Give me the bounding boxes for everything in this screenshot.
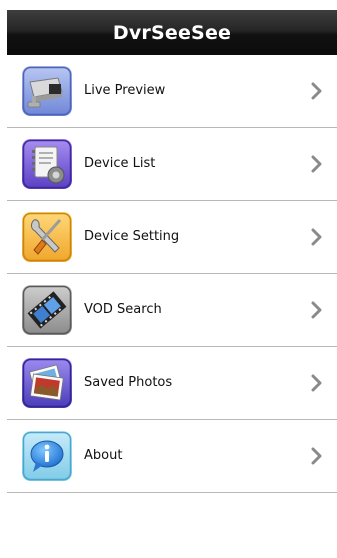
main-menu: Live Preview Device List Device Setting … [7,55,337,493]
menu-item-label: Live Preview [84,83,166,98]
photos-icon [22,358,72,408]
info-icon [22,431,72,481]
chevron-right-icon [311,301,322,319]
menu-item-about[interactable]: About [7,420,337,493]
menu-item-label: Device List [84,156,156,171]
chevron-right-icon [311,82,322,100]
title-bar: DvrSeeSee [7,10,337,55]
menu-item-label: Saved Photos [84,375,173,390]
film-icon [22,285,72,335]
chevron-right-icon [311,374,322,392]
chevron-right-icon [311,228,322,246]
menu-item-label: About [84,448,123,463]
device-list-icon [22,139,72,189]
menu-item-device-setting[interactable]: Device Setting [7,201,337,274]
menu-item-saved-photos[interactable]: Saved Photos [7,347,337,420]
menu-item-label: Device Setting [84,229,180,244]
chevron-right-icon [311,447,322,465]
menu-item-vod-search[interactable]: VOD Search [7,274,337,347]
menu-item-label: VOD Search [84,302,162,317]
menu-item-live-preview[interactable]: Live Preview [7,55,337,128]
app-screen: DvrSeeSee Live Preview Device List Devic… [0,0,337,558]
chevron-right-icon [311,155,322,173]
camera-icon [22,66,72,116]
menu-item-device-list[interactable]: Device List [7,128,337,201]
app-title: DvrSeeSee [112,21,232,44]
tools-icon [22,212,72,262]
